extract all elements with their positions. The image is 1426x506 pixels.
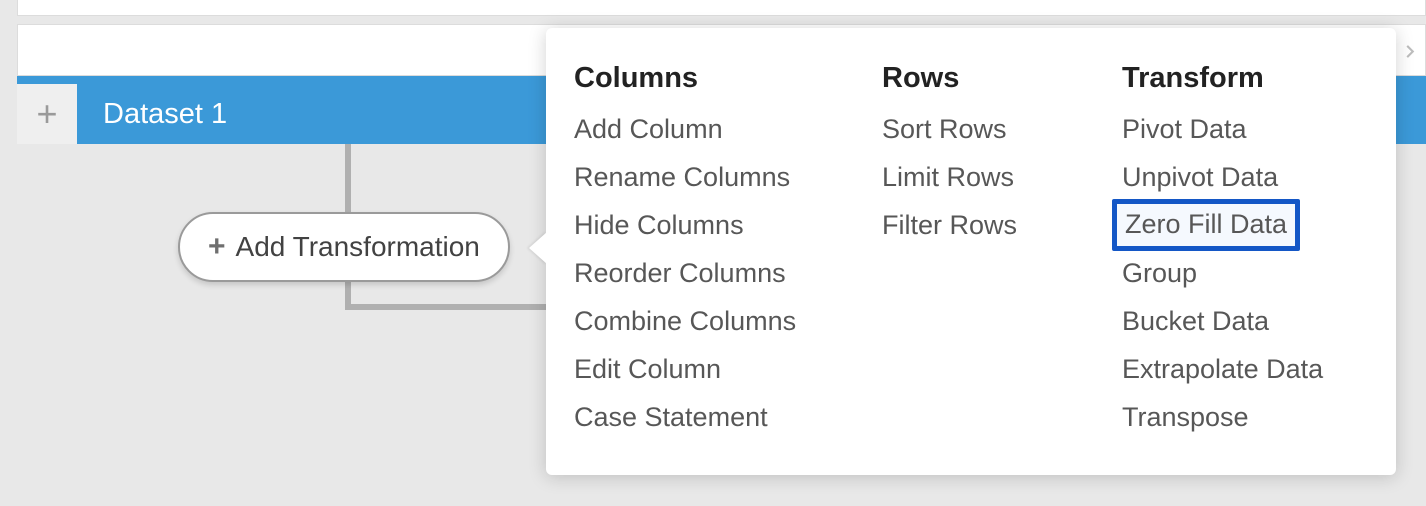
menu-item[interactable]: Edit Column [568,345,868,393]
add-dataset-button[interactable]: + [17,84,77,144]
menu-item[interactable]: Bucket Data [1116,297,1374,345]
menu-section-transform: Transform Pivot DataUnpivot DataZero Fil… [1116,62,1374,441]
menu-section-columns: Columns Add ColumnRename ColumnsHide Col… [568,62,868,441]
menu-item[interactable]: Rename Columns [568,153,868,201]
menu-item[interactable]: Combine Columns [568,297,868,345]
dataset-title: Dataset 1 [103,98,227,131]
menu-item[interactable]: Hide Columns [568,201,868,249]
menu-item[interactable]: Sort Rows [876,105,1108,153]
chevron-right-icon [1403,35,1417,66]
menu-item[interactable]: Reorder Columns [568,249,868,297]
menu-item[interactable]: Group [1116,249,1374,297]
menu-item[interactable]: Extrapolate Data [1116,345,1374,393]
menu-heading: Columns [568,62,868,95]
menu-item[interactable]: Filter Rows [876,201,1108,249]
menu-item[interactable]: Add Column [568,105,868,153]
menu-item[interactable]: Zero Fill Data [1112,199,1300,251]
menu-item[interactable]: Transpose [1116,393,1374,441]
add-transformation-label: Add Transformation [236,231,480,263]
menu-item[interactable]: Unpivot Data [1116,153,1374,201]
add-transformation-button[interactable]: + Add Transformation [178,212,510,282]
menu-section-rows: Rows Sort RowsLimit RowsFilter Rows [876,62,1108,441]
plus-icon: + [208,232,226,262]
menu-item[interactable]: Pivot Data [1116,105,1374,153]
transformation-menu: Columns Add ColumnRename ColumnsHide Col… [546,28,1396,475]
menu-item[interactable]: Limit Rows [876,153,1108,201]
plus-icon: + [36,93,57,135]
content-strip [17,0,1426,16]
menu-heading: Rows [876,62,1108,95]
menu-heading: Transform [1116,62,1374,95]
popover-arrow-icon [529,232,547,264]
menu-item[interactable]: Case Statement [568,393,868,441]
